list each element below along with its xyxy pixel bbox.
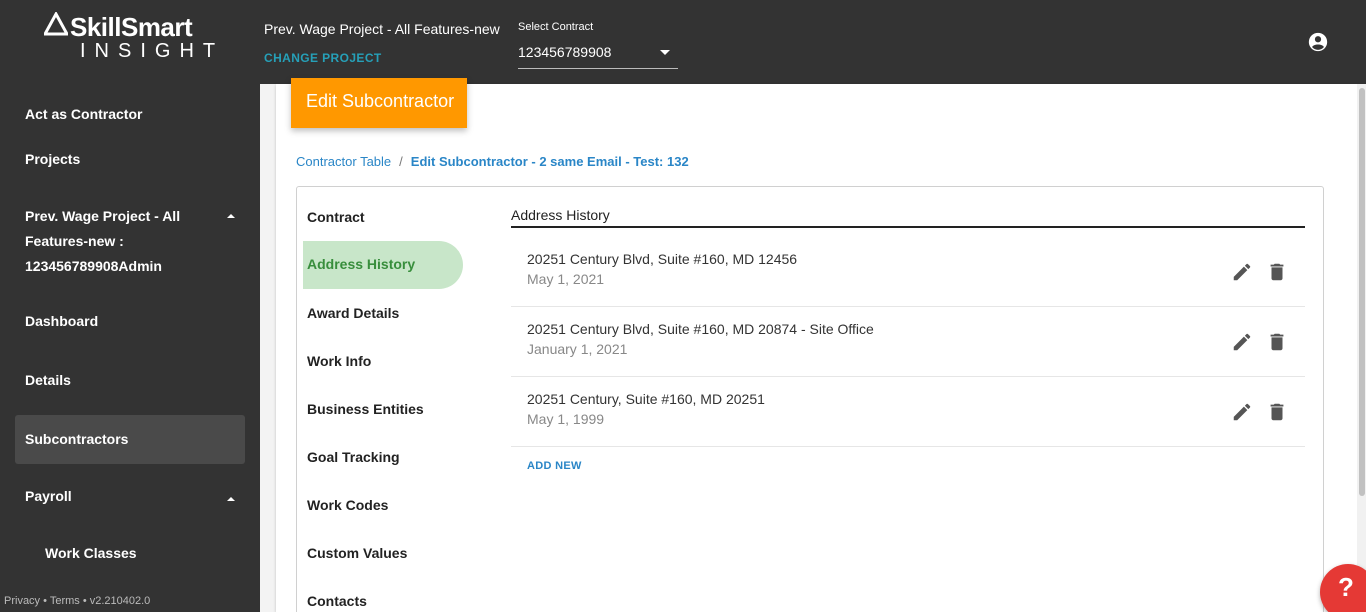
address-text: 20251 Century Blvd, Suite #160, MD 12456 bbox=[527, 251, 798, 267]
breadcrumb-separator: / bbox=[399, 154, 403, 169]
address-date: May 1, 1999 bbox=[527, 411, 605, 427]
project-name-line2: Features-new : bbox=[25, 233, 124, 249]
collapse-caret-icon[interactable] bbox=[227, 214, 235, 218]
breadcrumb-current: Edit Subcontractor - 2 same Email - Test… bbox=[410, 154, 689, 169]
project-title: Prev. Wage Project - All Features-new bbox=[264, 21, 500, 37]
account-circle-icon[interactable] bbox=[1307, 31, 1329, 53]
help-question-icon: ? bbox=[1338, 572, 1354, 602]
dropdown-arrow-icon bbox=[660, 50, 670, 55]
contract-select[interactable]: 123456789908 bbox=[518, 40, 678, 69]
project-name-line3: 123456789908Admin bbox=[25, 258, 162, 274]
page-title-badge: Edit Subcontractor bbox=[291, 78, 467, 128]
sidebar-footer: Privacy • Terms • v2.210402.0 bbox=[4, 595, 150, 607]
address-text: 20251 Century Blvd, Suite #160, MD 20874… bbox=[527, 321, 874, 337]
breadcrumb-contractor-table[interactable]: Contractor Table bbox=[296, 154, 391, 169]
logo-subtext: INSIGHT bbox=[80, 40, 225, 62]
version-text: v2.210402.0 bbox=[89, 595, 151, 607]
sidebar-item-current-project[interactable]: Prev. Wage Project - All Features-new : … bbox=[25, 204, 215, 279]
collapse-caret-icon[interactable] bbox=[227, 497, 235, 501]
edit-pencil-icon[interactable] bbox=[1231, 401, 1253, 423]
sidebar-item-details[interactable]: Details bbox=[25, 372, 71, 388]
delete-trash-icon[interactable] bbox=[1266, 331, 1288, 353]
edit-panel: Contract Address History Award Details W… bbox=[296, 186, 1324, 612]
logo-text: SkillSmart bbox=[70, 12, 193, 42]
project-name-line1: Prev. Wage Project - All bbox=[25, 208, 181, 224]
address-text: 20251 Century, Suite #160, MD 20251 bbox=[527, 391, 765, 407]
top-bar: SkillSmart INSIGHT Prev. Wage Project - … bbox=[0, 0, 1366, 84]
footer-separator: • bbox=[40, 595, 50, 607]
tab-label: Address History bbox=[307, 256, 416, 272]
skillsmart-logo[interactable]: SkillSmart INSIGHT bbox=[44, 12, 219, 64]
change-project-link[interactable]: CHANGE PROJECT bbox=[264, 51, 382, 65]
sidebar-item-projects[interactable]: Projects bbox=[25, 151, 80, 167]
list-item: 20251 Century, Suite #160, MD 20251 May … bbox=[511, 377, 1305, 447]
tab-award-details[interactable]: Award Details bbox=[307, 305, 399, 321]
tab-address-history[interactable]: Address History bbox=[303, 241, 463, 289]
sidebar: Act as Contractor Projects Prev. Wage Pr… bbox=[0, 84, 260, 612]
footer-separator: • bbox=[79, 595, 90, 607]
breadcrumb: Contractor Table / Edit Subcontractor - 2 … bbox=[296, 154, 689, 169]
edit-pencil-icon[interactable] bbox=[1231, 261, 1253, 283]
contract-select-value: 123456789908 bbox=[518, 44, 612, 60]
delete-trash-icon[interactable] bbox=[1266, 401, 1288, 423]
sidebar-item-dashboard[interactable]: Dashboard bbox=[25, 313, 98, 329]
tab-contacts[interactable]: Contacts bbox=[307, 593, 367, 609]
list-item: 20251 Century Blvd, Suite #160, MD 20874… bbox=[511, 307, 1305, 377]
sidebar-item-label: Subcontractors bbox=[25, 431, 129, 447]
list-item: 20251 Century Blvd, Suite #160, MD 12456… bbox=[511, 237, 1305, 307]
contract-select-label: Select Contract bbox=[518, 21, 594, 33]
page-title: Edit Subcontractor bbox=[306, 91, 455, 111]
tab-business-entities[interactable]: Business Entities bbox=[307, 401, 424, 417]
terms-link[interactable]: Terms bbox=[50, 595, 80, 607]
sidebar-item-payroll[interactable]: Payroll bbox=[25, 488, 72, 504]
tab-contract[interactable]: Contract bbox=[307, 209, 365, 225]
tab-work-info[interactable]: Work Info bbox=[307, 353, 371, 369]
address-date: January 1, 2021 bbox=[527, 341, 628, 357]
sidebar-item-work-classes[interactable]: Work Classes bbox=[45, 545, 137, 561]
sidebar-item-subcontractors[interactable]: Subcontractors bbox=[15, 415, 245, 464]
edit-pencil-icon[interactable] bbox=[1231, 331, 1253, 353]
section-title: Address History bbox=[511, 207, 1305, 228]
sidebar-item-act-as-contractor[interactable]: Act as Contractor bbox=[25, 106, 142, 122]
add-new-address-button[interactable]: ADD NEW bbox=[527, 460, 582, 472]
scrollbar-thumb[interactable] bbox=[1359, 88, 1365, 496]
logo-triangle-icon bbox=[44, 12, 68, 36]
tab-custom-values[interactable]: Custom Values bbox=[307, 545, 407, 561]
tab-work-codes[interactable]: Work Codes bbox=[307, 497, 388, 513]
address-date: May 1, 2021 bbox=[527, 271, 605, 287]
tab-goal-tracking[interactable]: Goal Tracking bbox=[307, 449, 400, 465]
delete-trash-icon[interactable] bbox=[1266, 261, 1288, 283]
privacy-link[interactable]: Privacy bbox=[4, 595, 40, 607]
